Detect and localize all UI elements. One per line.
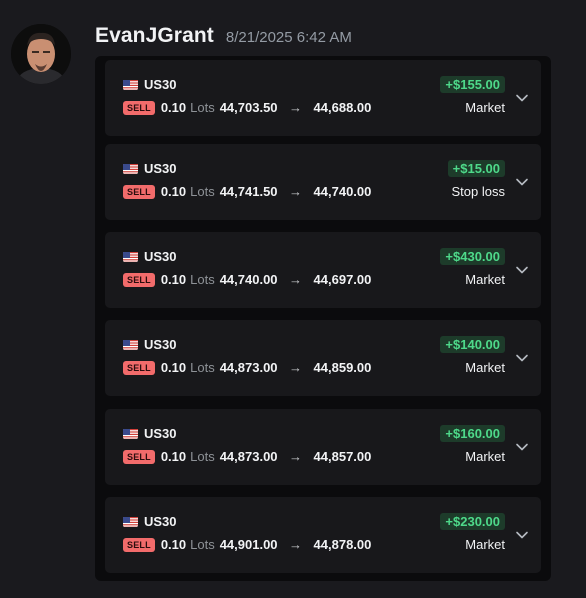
trade-symbol: US30 xyxy=(144,249,177,264)
trade-card[interactable]: US30 SELL 0.10 Lots 44,740.00 → 44,697.0… xyxy=(105,232,541,308)
arrow-right-icon: → xyxy=(289,100,303,115)
chevron-down-icon[interactable] xyxy=(515,263,529,277)
trade-lots: 0.10 xyxy=(160,449,187,464)
avatar-image xyxy=(11,24,71,84)
us-flag-icon xyxy=(123,163,138,174)
message-header: EvanJGrant 8/21/2025 6:42 AM xyxy=(95,24,352,48)
trade-close-type: Market xyxy=(465,360,505,375)
trade-exit-price: 44,740.00 xyxy=(313,184,372,199)
trade-side-badge: SELL xyxy=(123,360,155,375)
trade-entry-price: 44,873.00 xyxy=(219,360,278,375)
message-timestamp: 8/21/2025 6:42 AM xyxy=(225,29,352,46)
trade-lots: 0.10 xyxy=(160,360,187,375)
us-flag-icon xyxy=(123,339,138,350)
chevron-down-icon[interactable] xyxy=(515,351,529,365)
trade-side-badge: SELL xyxy=(123,184,155,199)
avatar[interactable] xyxy=(11,24,71,84)
trade-details-row: SELL 0.10 Lots 44,873.00 → 44,857.00 xyxy=(123,449,371,464)
trade-entry-price: 44,873.00 xyxy=(219,449,278,464)
chevron-down-icon[interactable] xyxy=(515,91,529,105)
trade-exit-price: 44,688.00 xyxy=(313,100,372,115)
us-flag-icon xyxy=(123,79,138,90)
trade-details-row: SELL 0.10 Lots 44,901.00 → 44,878.00 xyxy=(123,537,371,552)
trade-side-badge: SELL xyxy=(123,537,155,552)
trade-symbol-row: US30 xyxy=(123,514,177,529)
lots-label: Lots xyxy=(190,184,215,199)
trade-details-row: SELL 0.10 Lots 44,740.00 → 44,697.00 xyxy=(123,272,371,287)
trade-exit-price: 44,857.00 xyxy=(313,449,372,464)
trade-symbol-row: US30 xyxy=(123,161,177,176)
trade-pnl: +$15.00 xyxy=(447,160,505,177)
trade-side-badge: SELL xyxy=(123,100,155,115)
trade-lots: 0.10 xyxy=(160,272,187,287)
trade-pnl: +$155.00 xyxy=(440,76,505,93)
trade-details-row: SELL 0.10 Lots 44,741.50 → 44,740.00 xyxy=(123,184,371,199)
trade-side-badge: SELL xyxy=(123,272,155,287)
trade-close-type: Market xyxy=(465,272,505,287)
lots-label: Lots xyxy=(190,360,215,375)
trade-symbol: US30 xyxy=(144,337,177,352)
trade-lots: 0.10 xyxy=(160,100,187,115)
trade-entry-price: 44,703.50 xyxy=(219,100,278,115)
author-name[interactable]: EvanJGrant xyxy=(95,24,214,48)
us-flag-icon xyxy=(123,428,138,439)
trade-symbol: US30 xyxy=(144,426,177,441)
trade-card[interactable]: US30 SELL 0.10 Lots 44,703.50 → 44,688.0… xyxy=(105,60,541,136)
lots-label: Lots xyxy=(190,272,215,287)
trade-entry-price: 44,741.50 xyxy=(219,184,278,199)
trade-symbol: US30 xyxy=(144,514,177,529)
trade-symbol-row: US30 xyxy=(123,77,177,92)
us-flag-icon xyxy=(123,251,138,262)
trade-card[interactable]: US30 SELL 0.10 Lots 44,873.00 → 44,857.0… xyxy=(105,409,541,485)
chevron-down-icon[interactable] xyxy=(515,528,529,542)
trade-symbol-row: US30 xyxy=(123,337,177,352)
lots-label: Lots xyxy=(190,537,215,552)
trade-symbol: US30 xyxy=(144,161,177,176)
trade-details-row: SELL 0.10 Lots 44,873.00 → 44,859.00 xyxy=(123,360,371,375)
arrow-right-icon: → xyxy=(289,537,303,552)
trade-card[interactable]: US30 SELL 0.10 Lots 44,873.00 → 44,859.0… xyxy=(105,320,541,396)
trade-close-type: Market xyxy=(465,537,505,552)
trade-close-type: Market xyxy=(465,100,505,115)
chevron-down-icon[interactable] xyxy=(515,175,529,189)
chevron-down-icon[interactable] xyxy=(515,440,529,454)
trade-details-row: SELL 0.10 Lots 44,703.50 → 44,688.00 xyxy=(123,100,371,115)
trade-lots: 0.10 xyxy=(160,184,187,199)
trade-lots: 0.10 xyxy=(160,537,187,552)
arrow-right-icon: → xyxy=(289,272,303,287)
trade-symbol-row: US30 xyxy=(123,249,177,264)
trade-symbol-row: US30 xyxy=(123,426,177,441)
lots-label: Lots xyxy=(190,100,215,115)
arrow-right-icon: → xyxy=(289,184,303,199)
arrow-right-icon: → xyxy=(289,449,303,464)
trade-symbol: US30 xyxy=(144,77,177,92)
trade-pnl: +$430.00 xyxy=(440,248,505,265)
trade-card[interactable]: US30 SELL 0.10 Lots 44,901.00 → 44,878.0… xyxy=(105,497,541,573)
trade-entry-price: 44,901.00 xyxy=(219,537,278,552)
trade-close-type: Market xyxy=(465,449,505,464)
trade-exit-price: 44,697.00 xyxy=(313,272,372,287)
trade-close-type: Stop loss xyxy=(451,184,505,199)
trade-exit-price: 44,878.00 xyxy=(313,537,372,552)
arrow-right-icon: → xyxy=(289,360,303,375)
trade-exit-price: 44,859.00 xyxy=(313,360,372,375)
trades-embed: US30 SELL 0.10 Lots 44,703.50 → 44,688.0… xyxy=(95,56,551,581)
trade-pnl: +$230.00 xyxy=(440,513,505,530)
trade-pnl: +$140.00 xyxy=(440,336,505,353)
trade-card[interactable]: US30 SELL 0.10 Lots 44,741.50 → 44,740.0… xyxy=(105,144,541,220)
trade-side-badge: SELL xyxy=(123,449,155,464)
us-flag-icon xyxy=(123,516,138,527)
trade-entry-price: 44,740.00 xyxy=(219,272,278,287)
trade-pnl: +$160.00 xyxy=(440,425,505,442)
lots-label: Lots xyxy=(190,449,215,464)
